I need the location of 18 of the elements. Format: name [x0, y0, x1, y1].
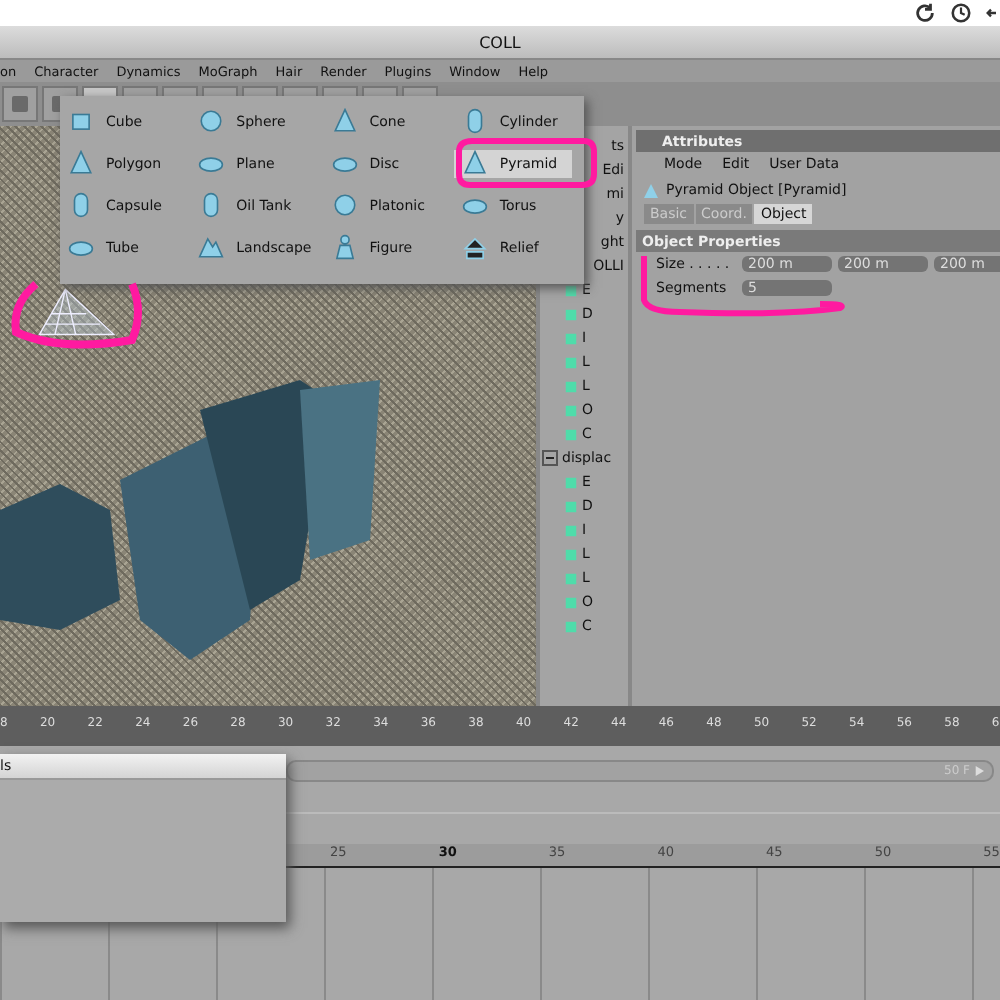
history-icon[interactable] — [950, 2, 972, 24]
cone-icon — [331, 108, 358, 134]
capsule-icon — [68, 192, 94, 218]
sphere-icon — [198, 108, 225, 134]
refresh-icon[interactable] — [914, 2, 936, 24]
tool-icon — [8, 92, 32, 116]
highlight-scribble — [11, 281, 142, 349]
figure-icon — [331, 234, 358, 260]
landscape-icon — [198, 234, 225, 260]
relief-icon — [461, 234, 488, 260]
pyramid-icon — [461, 150, 488, 176]
window-title: COLL — [479, 33, 521, 51]
highlight-scribble — [456, 138, 597, 188]
triangle-icon — [68, 150, 94, 176]
cube-icon — [68, 108, 94, 134]
collapse-icon[interactable] — [542, 450, 558, 466]
platonic-icon — [331, 192, 358, 218]
pyramid-icon — [644, 183, 658, 197]
